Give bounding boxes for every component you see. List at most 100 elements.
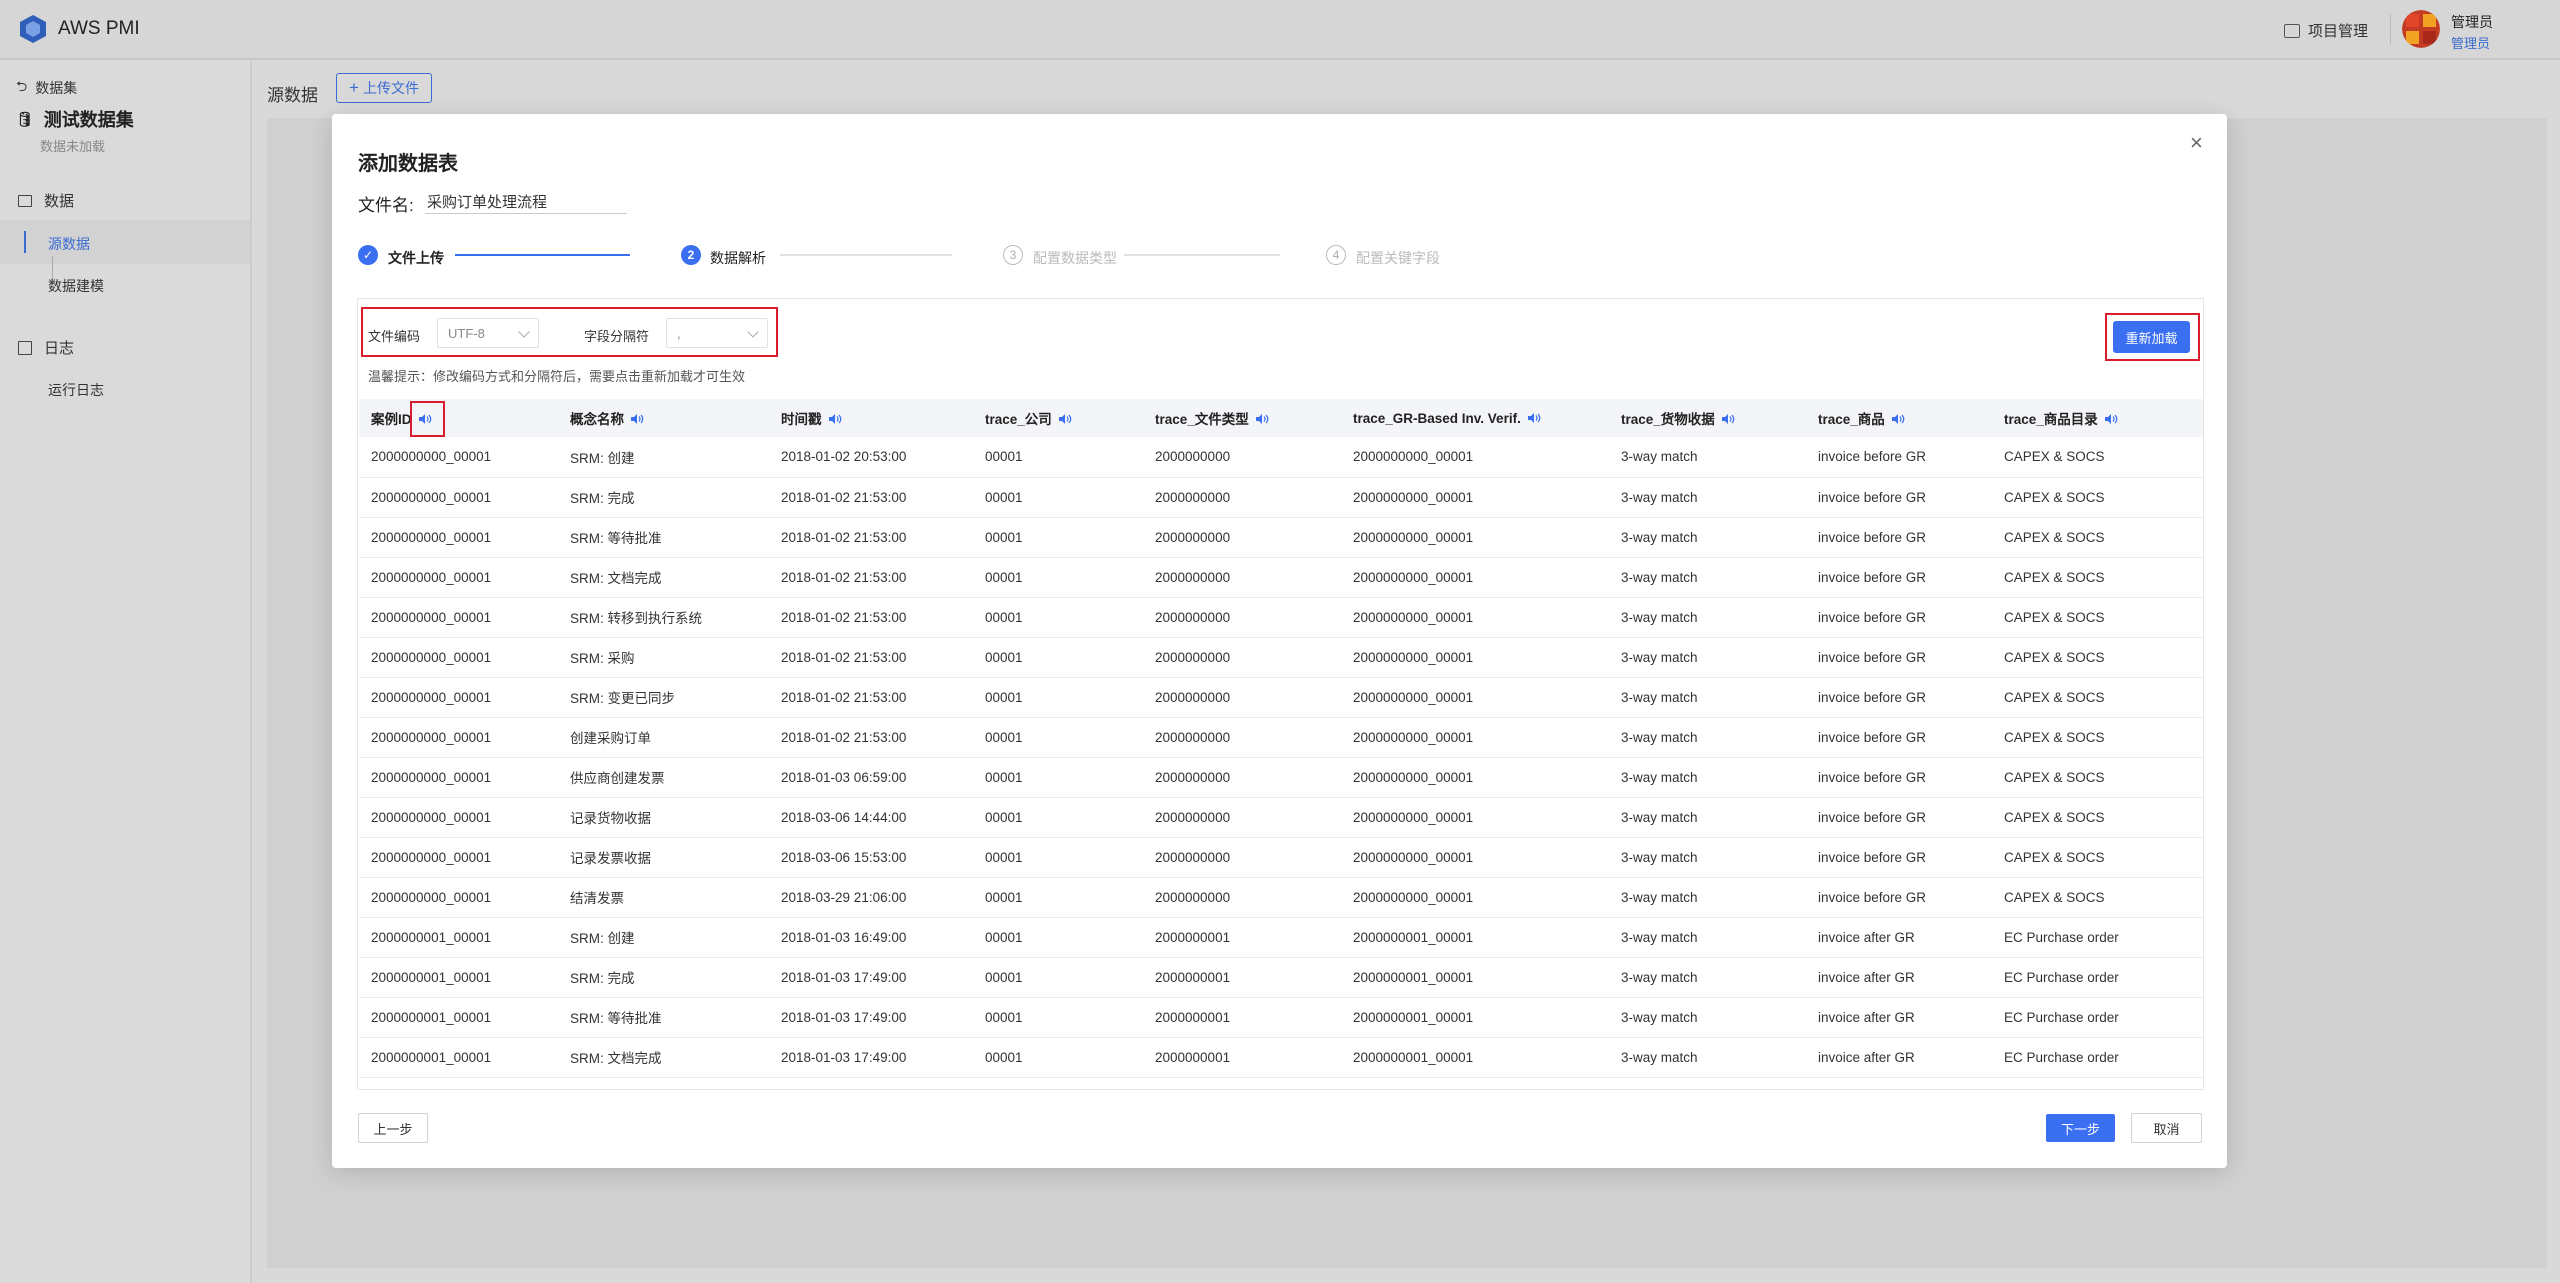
table-cell: 00001 <box>973 477 1143 518</box>
table-cell: invoice before GR <box>1806 797 1992 838</box>
column-header: 时间戳 <box>769 399 973 437</box>
table-cell: 00001 <box>973 597 1143 638</box>
upload-label: 上传文件 <box>362 80 419 96</box>
table-cell: 记录发票收据 <box>558 837 769 878</box>
speaker-icon[interactable] <box>1721 413 1735 425</box>
table-cell: 2018-01-03 06:59:00 <box>769 757 973 798</box>
table-row: 2000000000_00001 SRM: 采购 2018-01-02 21:53:… <box>359 637 2203 678</box>
table-cell: CAPEX & SOCS <box>1992 437 2203 478</box>
table-cell: 记录货物收据 <box>558 797 769 838</box>
table-cell: 2018-01-02 21:53:00 <box>769 677 973 718</box>
prev-step-button[interactable]: 上一步 <box>358 1113 428 1143</box>
table-cell: 00001 <box>973 637 1143 678</box>
user-name[interactable]: 管理员 <box>2451 12 2493 32</box>
divider <box>2390 14 2391 44</box>
table-cell: 3-way match <box>1609 517 1806 558</box>
table-cell: 2000000000_00001 <box>359 877 558 918</box>
table-cell: 00001 <box>973 797 1143 838</box>
table-cell: invoice before GR <box>1806 477 1992 518</box>
speaker-icon[interactable] <box>1058 413 1072 425</box>
table-cell: 2000000000 <box>1143 477 1341 518</box>
avatar[interactable] <box>2402 10 2440 48</box>
back-arrow-icon: ⮌ <box>16 78 28 94</box>
highlight-box-reload <box>2105 313 2200 361</box>
back-to-datasets[interactable]: ⮌ 数据集 <box>16 76 77 100</box>
table-cell: CAPEX & SOCS <box>1992 757 2203 798</box>
table-cell: 2000000000 <box>1143 637 1341 678</box>
speaker-icon[interactable] <box>828 413 842 425</box>
speaker-icon[interactable] <box>1255 413 1269 425</box>
table-cell: 2000000000_00001 <box>359 597 558 638</box>
sidebar-item-run-logs[interactable]: 运行日志 <box>48 380 104 400</box>
table-cell: 2018-01-03 17:49:00 <box>769 1037 973 1078</box>
hint-text: 温馨提示：修改编码方式和分隔符后，需要点击重新加载才可生效 <box>368 369 746 384</box>
table-cell: 2000000000 <box>1143 877 1341 918</box>
table-cell: 00001 <box>973 517 1143 558</box>
cancel-button[interactable]: 取消 <box>2131 1113 2202 1143</box>
column-header: trace_文件类型 <box>1143 399 1341 437</box>
table-cell: 2000000000 <box>1143 837 1341 878</box>
close-icon[interactable]: × <box>2190 130 2203 156</box>
table-cell: 2000000000_00001 <box>359 717 558 758</box>
table-cell: 3-way match <box>1609 837 1806 878</box>
table-cell: 3-way match <box>1609 677 1806 718</box>
table-row: 2000000001_00001 SRM: 完成 2018-01-03 17:49:… <box>359 957 2203 998</box>
speaker-icon[interactable] <box>630 413 644 425</box>
table-cell: invoice before GR <box>1806 637 1992 678</box>
table-cell: 2000000000 <box>1143 437 1341 478</box>
table-cell: 2018-01-02 20:53:00 <box>769 437 973 478</box>
table-cell: CAPEX & SOCS <box>1992 597 2203 638</box>
file-name-input[interactable] <box>425 190 627 214</box>
table-row: 2000000000_00001 SRM: 创建 2018-01-02 20:53:… <box>359 437 2203 478</box>
sidebar-active-highlight <box>0 220 250 264</box>
table-cell: 2018-01-02 21:53:00 <box>769 517 973 558</box>
table-header-row: 案例ID 概念名称 时间戳 trace_公司 trace_文件类型 trace_GR-Ba… <box>359 399 2203 437</box>
step-1-check-icon: ✓ <box>358 245 378 265</box>
speaker-icon[interactable] <box>2104 413 2118 425</box>
speaker-icon[interactable] <box>1527 412 1541 424</box>
table-cell: SRM: 转移到执行系统 <box>558 597 769 638</box>
log-icon <box>18 340 32 355</box>
table-cell: 2000000001 <box>1143 1037 1341 1078</box>
table-cell: 00001 <box>973 997 1143 1038</box>
table-body: 2000000000_00001 SRM: 创建 2018-01-02 20:53:… <box>359 437 2203 1078</box>
back-label: 数据集 <box>35 80 78 96</box>
step-4-label: 配置关键字段 <box>1356 250 1440 266</box>
dataset-title: 🛢 测试数据集 <box>16 106 134 132</box>
table-cell: 2018-03-29 21:06:00 <box>769 877 973 918</box>
logo[interactable]: AWS PMI <box>18 14 140 44</box>
table-cell: 2018-01-03 16:49:00 <box>769 917 973 958</box>
sidebar-item-source-data[interactable]: 源数据 <box>48 234 90 254</box>
step-2-label: 数据解析 <box>710 250 766 266</box>
table-cell: SRM: 完成 <box>558 477 769 518</box>
sidebar-group-data[interactable]: 数据 <box>18 190 74 211</box>
table-cell: 2000000001_00001 <box>359 1037 558 1078</box>
step-4-number: 4 <box>1326 245 1346 265</box>
table-cell: 2000000000_00001 <box>359 477 558 518</box>
column-header: 概念名称 <box>558 399 769 437</box>
app-title: AWS PMI <box>58 18 140 39</box>
table-cell: 2000000000_00001 <box>1341 797 1609 838</box>
table-cell: 2000000000 <box>1143 597 1341 638</box>
table-cell: CAPEX & SOCS <box>1992 717 2203 758</box>
table-cell: invoice before GR <box>1806 557 1992 598</box>
project-management-link[interactable]: 项目管理 <box>2284 20 2368 41</box>
sidebar-group-logs[interactable]: 日志 <box>18 337 74 358</box>
column-header-label: 概念名称 <box>570 412 624 427</box>
table-cell: 00001 <box>973 837 1143 878</box>
table-cell: 2000000000_00001 <box>1341 557 1609 598</box>
speaker-icon[interactable] <box>1891 413 1905 425</box>
table-row: 2000000000_00001 SRM: 等待批准 2018-01-02 21:5… <box>359 517 2203 558</box>
table-cell: 2000000000_00001 <box>359 677 558 718</box>
table-cell: 2018-01-02 21:53:00 <box>769 637 973 678</box>
table-cell: CAPEX & SOCS <box>1992 677 2203 718</box>
column-header-label: trace_公司 <box>985 412 1052 427</box>
table-cell: 2000000001_00001 <box>359 957 558 998</box>
table-cell: EC Purchase order <box>1992 957 2203 998</box>
table-cell: 00001 <box>973 917 1143 958</box>
table-cell: 2000000001 <box>1143 957 1341 998</box>
upload-file-button[interactable]: + 上传文件 <box>336 73 432 103</box>
column-header: trace_公司 <box>973 399 1143 437</box>
sidebar-item-data-modeling[interactable]: 数据建模 <box>48 276 104 296</box>
next-step-button[interactable]: 下一步 <box>2046 1114 2115 1142</box>
